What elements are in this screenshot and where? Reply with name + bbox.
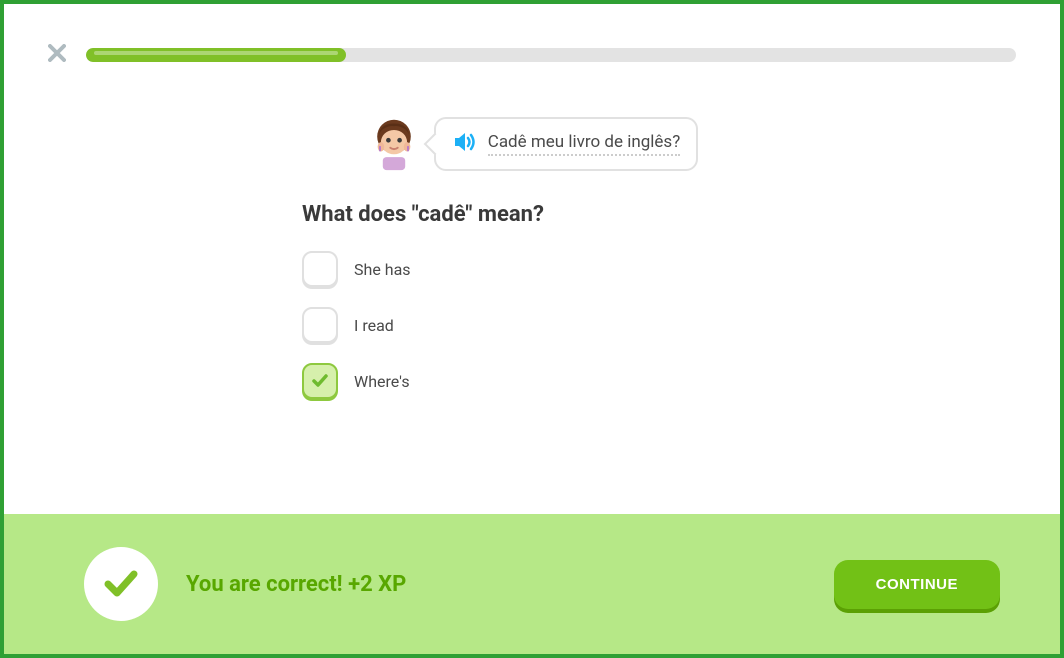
play-audio-button[interactable]: [452, 129, 478, 159]
option-label: Where's: [354, 372, 410, 391]
option-3[interactable]: Where's: [302, 363, 762, 399]
option-checkbox-selected: [302, 363, 338, 399]
top-bar: [4, 4, 1060, 66]
check-icon: [310, 371, 330, 391]
check-icon: [99, 562, 143, 606]
speaker-icon: [452, 129, 478, 155]
question-title: What does "cadê" mean?: [302, 202, 762, 227]
result-footer: You are correct! +2 XP CONTINUE: [4, 514, 1060, 654]
option-label: I read: [354, 316, 394, 335]
question-section: What does "cadê" mean? She has I read Wh…: [302, 202, 762, 399]
result-indicator: [84, 547, 158, 621]
option-1[interactable]: She has: [302, 251, 762, 287]
prompt-row: Cadê meu livro de inglês?: [366, 116, 699, 172]
option-checkbox: [302, 307, 338, 343]
option-2[interactable]: I read: [302, 307, 762, 343]
option-checkbox: [302, 251, 338, 287]
close-button[interactable]: [48, 44, 66, 66]
progress-bar: [86, 48, 1016, 62]
option-label: She has: [354, 260, 411, 279]
continue-button[interactable]: CONTINUE: [834, 560, 1000, 609]
result-message: You are correct! +2 XP: [186, 572, 834, 597]
lesson-content: Cadê meu livro de inglês? What does "cad…: [4, 66, 1060, 399]
close-icon: [48, 44, 66, 62]
progress-fill: [86, 48, 346, 62]
character-avatar: [366, 116, 422, 172]
options-list: She has I read Where's: [302, 251, 762, 399]
speech-bubble: Cadê meu livro de inglês?: [434, 117, 699, 171]
prompt-sentence: Cadê meu livro de inglês?: [488, 132, 681, 156]
